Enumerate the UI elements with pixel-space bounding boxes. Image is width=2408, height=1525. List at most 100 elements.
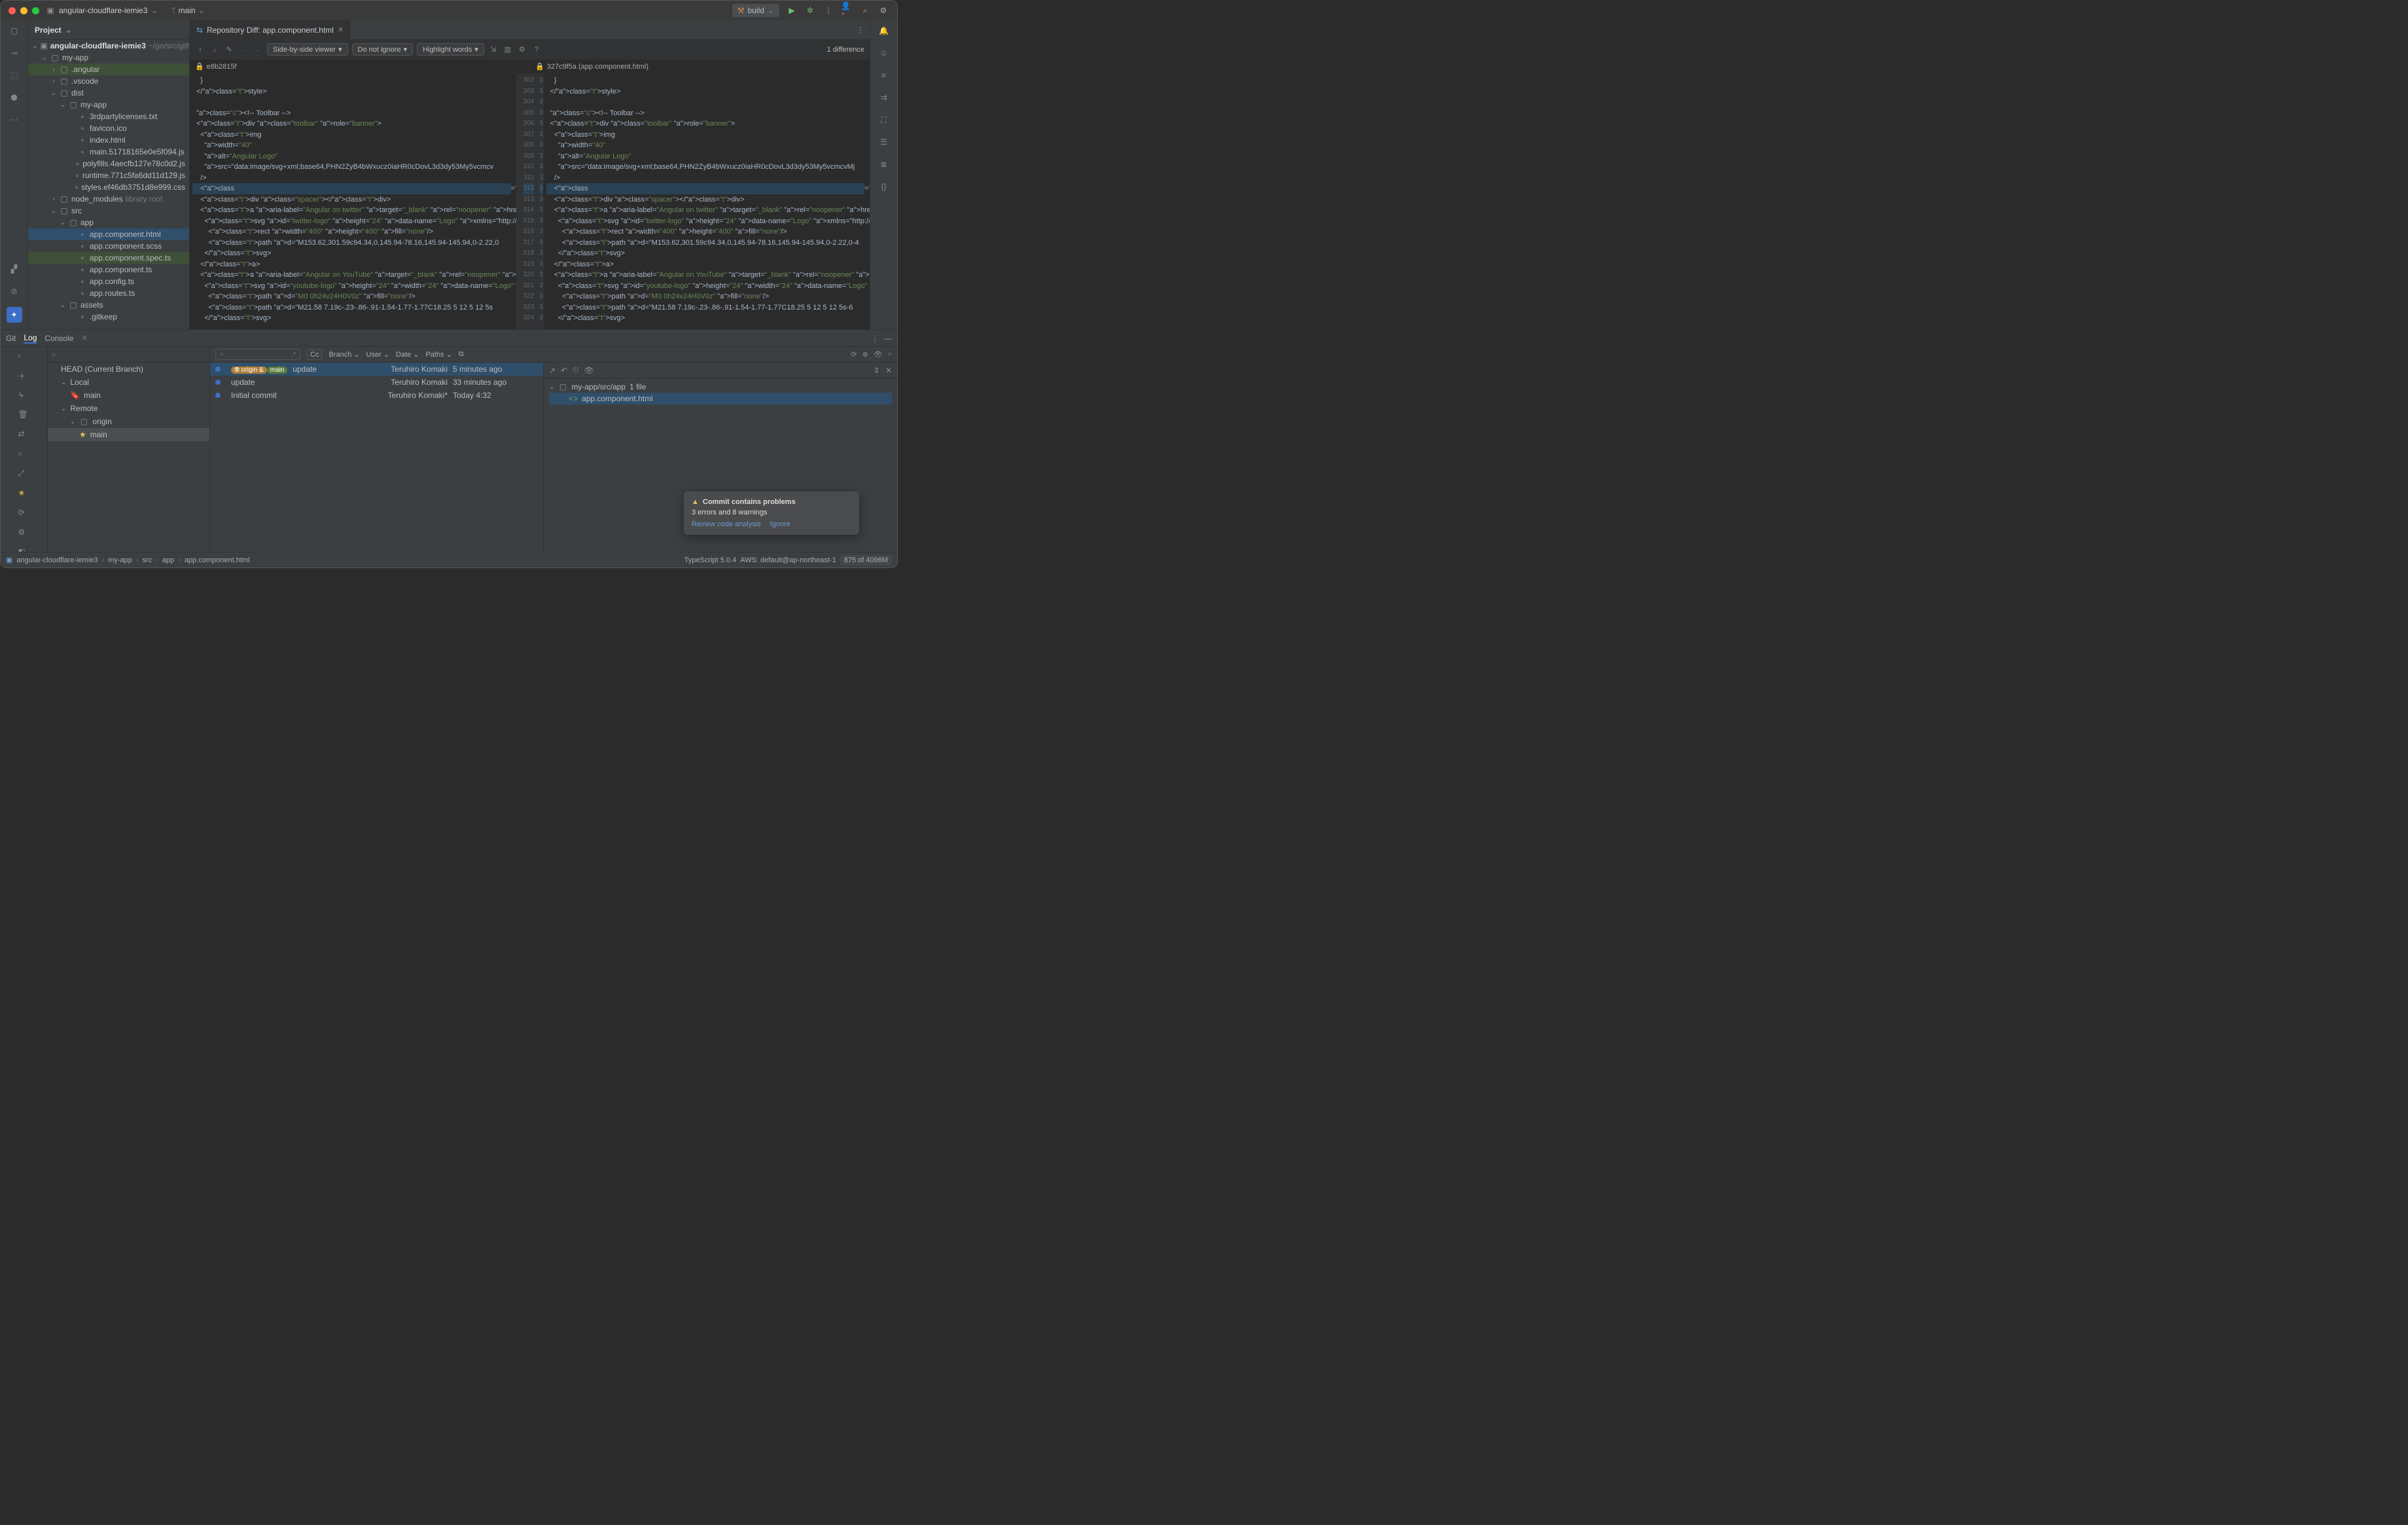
memory-indicator[interactable]: 875 of 4096M: [840, 555, 892, 565]
tab-console[interactable]: Console: [44, 334, 73, 343]
tree-row[interactable]: ▫app.component.html: [28, 228, 189, 240]
nav-back-icon[interactable]: ←: [238, 45, 249, 55]
run-button[interactable]: ▶: [786, 5, 798, 16]
diff-settings-icon[interactable]: ⚙: [517, 45, 527, 55]
find-commit-icon[interactable]: ⌕: [888, 350, 892, 359]
close-window[interactable]: [9, 7, 16, 14]
problems-tool-icon[interactable]: ⊘: [8, 285, 21, 298]
commit-search[interactable]: ⌕.*: [215, 349, 300, 360]
breadcrumb-segment[interactable]: angular-cloudflare-iemie3: [16, 556, 97, 564]
reload-icon[interactable]: ⟳: [18, 508, 30, 520]
commit-tool-icon[interactable]: ⊸: [8, 46, 21, 60]
collapse-icon[interactable]: ‹: [18, 351, 30, 363]
tree-row[interactable]: ▫app.routes.ts: [28, 287, 189, 299]
branch-selector[interactable]: ᛘ main ⌄: [171, 6, 204, 15]
breadcrumb-segment[interactable]: src: [143, 556, 152, 564]
tree-row[interactable]: ▫3rdpartylicenses.txt: [28, 111, 189, 122]
tree-row[interactable]: ⌄▢app: [28, 217, 189, 228]
next-diff-icon[interactable]: ↓: [209, 45, 220, 55]
tool-more-icon[interactable]: ⋮: [871, 334, 879, 343]
tab-more-icon[interactable]: ⋮: [857, 26, 864, 35]
tree-row[interactable]: ⌄▢my-app: [28, 99, 189, 111]
cherry-pick-icon[interactable]: ⊕: [862, 350, 868, 359]
breadcrumb-segment[interactable]: app: [162, 556, 174, 564]
branch-origin-main[interactable]: ★main: [48, 428, 209, 441]
tree-row[interactable]: ▫app.component.scss: [28, 240, 189, 252]
diff-body[interactable]: } </"a">class="t">style> "a">class="c"><…: [190, 74, 870, 329]
editor-tab-diff[interactable]: ⇆ Repository Diff: app.component.html ✕: [190, 20, 351, 39]
tree-row[interactable]: ▫polyfills.4aecfb127e78c0d2.js: [28, 158, 189, 170]
section-local[interactable]: ⌄Local: [48, 376, 209, 389]
tree-row[interactable]: ▫runtime.771c5fa6dd11d129.js: [28, 170, 189, 181]
ignore-select[interactable]: Do not ignore ▾: [352, 43, 414, 56]
eye-icon[interactable]: 👁: [874, 350, 883, 359]
run-config-selector[interactable]: ⚒ build ⌄: [732, 4, 779, 17]
filter-date[interactable]: Date ⌄: [396, 350, 419, 359]
commit-row[interactable]: updateTeruhiro Komaki33 minutes ago: [210, 376, 543, 389]
filter-branch[interactable]: Branch ⌄: [328, 350, 359, 359]
tree-row[interactable]: ⌄▢assets: [28, 299, 189, 311]
detail-file-row[interactable]: <> app.component.html: [549, 393, 892, 404]
cube-tool-icon[interactable]: ⬢: [8, 91, 21, 104]
notification-link-review[interactable]: Review code analysis: [692, 520, 761, 528]
match-case-toggle[interactable]: Cc: [307, 350, 322, 360]
tree-row[interactable]: ▫index.html: [28, 134, 189, 146]
compare-icon[interactable]: ⇄: [18, 429, 30, 441]
undo-icon[interactable]: ↶: [561, 366, 567, 375]
project-tool-icon[interactable]: ▢: [8, 24, 21, 37]
search-icon[interactable]: ⌕: [859, 5, 871, 16]
tree-row[interactable]: ▫styles.ef46db3751d8e999.css: [28, 181, 189, 193]
refresh-icon[interactable]: ⟳: [851, 350, 857, 359]
tree-row[interactable]: ⌄▢dist: [28, 87, 189, 99]
close-console-icon[interactable]: ✕: [81, 334, 87, 342]
history-icon[interactable]: ⏲: [573, 365, 578, 375]
delete-icon[interactable]: 🗑: [18, 410, 30, 422]
commit-row[interactable]: Initial commitTeruhiro Komaki*Today 4:32: [210, 389, 543, 402]
branch-local-main[interactable]: 🔖main: [48, 389, 209, 402]
breadcrumb-segment[interactable]: app.component.html: [185, 556, 250, 564]
tree-row[interactable]: ▫favicon.ico: [28, 122, 189, 134]
edit-source-icon[interactable]: ✎: [224, 45, 234, 55]
settings-branches-icon[interactable]: ⚙: [18, 528, 30, 539]
diff-right-pane[interactable]: } </"a">class="t">style> "a">class="c"><…: [544, 74, 870, 329]
tab-log[interactable]: Log: [24, 333, 37, 344]
favorite-icon[interactable]: ★: [18, 488, 30, 500]
filter-paths[interactable]: Paths ⌄: [425, 350, 452, 359]
close-detail-icon[interactable]: ✕: [885, 366, 892, 375]
tree-row[interactable]: ▫app.component.spec.ts: [28, 252, 189, 264]
settings-gear-icon[interactable]: ⚙: [877, 5, 889, 16]
section-remote[interactable]: ⌄Remote: [48, 402, 209, 415]
find-icon[interactable]: ⌕: [18, 449, 30, 461]
tree-row[interactable]: ⌄▢src: [28, 205, 189, 217]
more-actions-icon[interactable]: ⋮: [823, 5, 834, 16]
profiler-icon[interactable]: ⛶: [877, 113, 891, 126]
nav-fwd-icon[interactable]: →: [253, 45, 263, 55]
braces-icon[interactable]: {}: [877, 180, 891, 193]
code-with-me-icon[interactable]: 👤⁺: [841, 5, 853, 16]
stats-tool-icon[interactable]: ▞: [8, 262, 21, 276]
tree-row[interactable]: ▫main.51718165e0e5f094.js: [28, 146, 189, 158]
open-new-tab-icon[interactable]: ⧉: [459, 350, 464, 359]
checkout-icon[interactable]: ↳: [18, 390, 30, 402]
tab-git[interactable]: Git: [6, 334, 16, 343]
expand-icon[interactable]: ⇕: [874, 366, 880, 375]
ai-assistant-button[interactable]: ✦: [7, 307, 22, 323]
breadcrumb[interactable]: angular-cloudflare-iemie3›my-app›src›app…: [16, 556, 249, 564]
viewer-mode-select[interactable]: Side-by-side viewer ▾: [267, 43, 348, 56]
mood-icon[interactable]: ☺: [877, 46, 891, 60]
highlight-select[interactable]: Highlight words ▾: [417, 43, 484, 56]
more-tool-icon[interactable]: ⋯: [8, 113, 21, 126]
commit-row[interactable]: ⦾ origin &mainupdateTeruhiro Komaki5 min…: [210, 363, 543, 376]
notification-link-ignore[interactable]: Ignore: [770, 520, 790, 528]
tree-row[interactable]: ▫.gitkeep: [28, 311, 189, 323]
preview-icon[interactable]: 👁: [584, 366, 594, 375]
tree-row[interactable]: ›▢.vscode: [28, 75, 189, 87]
database-icon[interactable]: ≡: [877, 69, 891, 82]
zoom-window[interactable]: [32, 7, 39, 14]
sync-scroll-icon[interactable]: ▥: [503, 45, 513, 55]
filter-user[interactable]: User ⌄: [366, 350, 389, 359]
push-icon[interactable]: ↗: [549, 366, 556, 375]
tree-row[interactable]: ▫app.config.ts: [28, 276, 189, 287]
pull-requests-icon[interactable]: ⇉: [877, 91, 891, 104]
remote-origin[interactable]: ⌄▢origin: [48, 415, 209, 428]
